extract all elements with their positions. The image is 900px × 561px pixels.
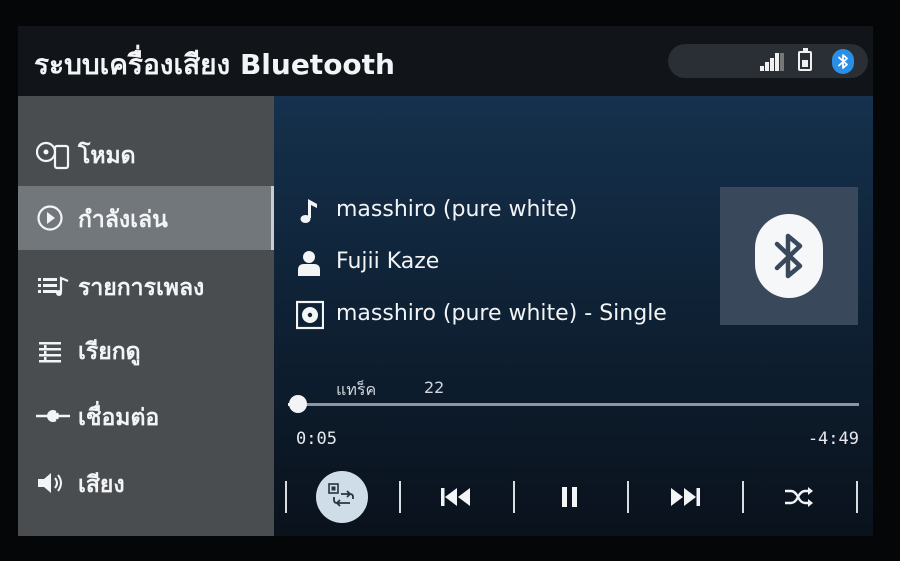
sidebar: โหมด กำลังเล่น รายการเพลง เรียกดู เชื่อม… — [18, 96, 274, 536]
playback-controls — [274, 471, 873, 529]
divider — [627, 481, 629, 513]
repeat-button[interactable] — [316, 471, 368, 523]
album-art — [720, 187, 858, 325]
previous-button[interactable] — [426, 475, 486, 519]
divider — [285, 481, 287, 513]
bluetooth-icon — [755, 214, 823, 298]
divider — [856, 481, 858, 513]
sidebar-item-label: กำลังเล่น — [78, 207, 168, 233]
page-title: ระบบเครื่องเสียง Bluetooth — [34, 48, 395, 81]
sidebar-item-label: รายการเพลง — [78, 275, 205, 301]
progress-knob[interactable] — [288, 395, 307, 413]
elapsed-time: 0:05 — [296, 429, 337, 449]
speaker-icon — [36, 469, 72, 497]
status-bar — [668, 44, 868, 78]
repeat-icon — [328, 483, 354, 507]
shuffle-icon — [785, 487, 813, 507]
shuffle-button[interactable] — [769, 475, 829, 519]
skip-previous-icon — [441, 488, 470, 506]
skip-next-icon — [671, 488, 700, 506]
sidebar-item-browse[interactable]: เรียกดู — [18, 318, 274, 382]
song-title: masshiro (pure white) — [336, 197, 578, 222]
next-button[interactable] — [655, 475, 715, 519]
artist-name: Fujii Kaze — [336, 249, 440, 274]
bluetooth-icon — [832, 49, 854, 74]
track-label: แทร็ค — [336, 380, 377, 399]
sidebar-item-label: เรียกดู — [78, 339, 141, 365]
connect-icon — [36, 402, 72, 430]
screen: ระบบเครื่องเสียง Bluetooth โหมด กำลังเล่… — [18, 26, 873, 536]
divider — [742, 481, 744, 513]
sidebar-item-sound[interactable]: เสียง — [18, 451, 274, 515]
sidebar-item-label: เชื่อมต่อ — [78, 405, 160, 431]
sidebar-item-label: เสียง — [78, 472, 125, 498]
album-icon — [295, 300, 325, 330]
header: ระบบเครื่องเสียง Bluetooth — [18, 26, 873, 96]
track-number: 22 — [424, 378, 445, 397]
signal-bars-icon — [760, 53, 784, 71]
play-circle-icon — [36, 204, 72, 232]
sidebar-item-connect[interactable]: เชื่อมต่อ — [18, 384, 274, 448]
music-note-icon — [296, 196, 324, 226]
sidebar-item-playlist[interactable]: รายการเพลง — [18, 254, 274, 318]
pause-button[interactable] — [540, 475, 600, 519]
divider — [399, 481, 401, 513]
browse-list-icon — [36, 336, 72, 364]
disc-phone-icon — [35, 140, 72, 170]
sidebar-item-now-playing[interactable]: กำลังเล่น — [18, 186, 274, 250]
person-icon — [296, 248, 324, 278]
progress-bar[interactable] — [288, 395, 859, 413]
playlist-icon — [36, 272, 72, 300]
battery-icon — [798, 48, 812, 71]
remaining-time: -4:49 — [807, 429, 859, 449]
album-name: masshiro (pure white) - Single — [336, 301, 667, 326]
now-playing-panel: masshiro (pure white) Fujii Kaze masshir… — [274, 96, 873, 536]
divider — [513, 481, 515, 513]
sidebar-item-mode[interactable]: โหมด — [18, 122, 274, 186]
sidebar-item-label: โหมด — [78, 143, 136, 169]
pause-icon — [562, 487, 577, 507]
